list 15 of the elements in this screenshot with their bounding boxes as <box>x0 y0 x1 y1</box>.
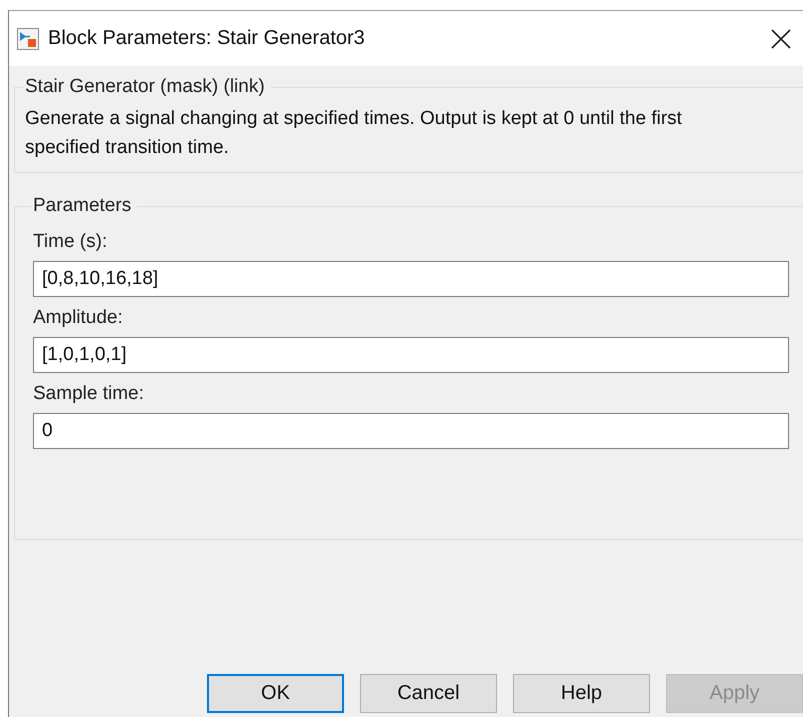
window-title: Block Parameters: Stair Generator3 <box>48 27 366 50</box>
group-title: Stair Generator (mask) (link) <box>24 76 266 98</box>
dialog-button[interactable]: OK <box>207 674 344 713</box>
field-label: Time (s): <box>33 231 108 253</box>
input-field[interactable]: [0,8,10,16,18] <box>33 261 789 297</box>
field-label: Amplitude: <box>33 307 124 329</box>
dialog-button[interactable]: Help <box>513 674 650 713</box>
description-text: Generate a signal changing at specified times. Output is kept at 0 until the first specified transition time. <box>25 107 683 160</box>
close-icon[interactable] <box>770 28 792 50</box>
input-field[interactable]: [1,0,1,0,1] <box>33 337 789 373</box>
group-title: Parameters <box>32 195 132 217</box>
field-label: Sample time: <box>33 383 145 405</box>
dialog-button[interactable]: Cancel <box>360 674 497 713</box>
block-icon <box>17 28 39 50</box>
input-field[interactable]: 0 <box>33 413 789 449</box>
